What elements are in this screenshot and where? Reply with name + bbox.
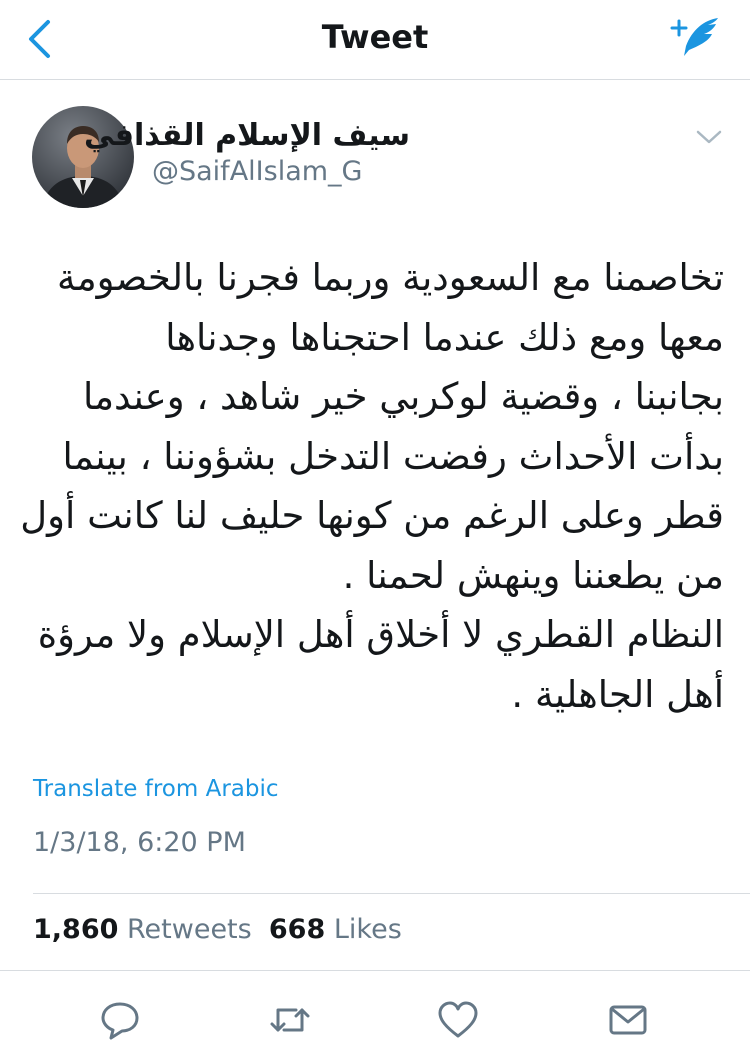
engagement-stats: 1,860 Retweets 668 Likes xyxy=(33,914,402,945)
timestamp: 1/3/18, 6:20 PM xyxy=(33,827,246,858)
tweet-text: تخاصمنا مع السعودية وربما فجرنا بالخصومة… xyxy=(20,248,724,724)
retweets-label: Retweets xyxy=(127,914,252,945)
nav-bar: Tweet xyxy=(0,0,750,80)
tweet-text-line: بجانبنا ، وقضية لوكربي خير شاهد ، وعندما xyxy=(82,375,724,418)
likes-count: 668 xyxy=(268,914,326,945)
compose-feather-icon xyxy=(670,18,718,56)
tweet-text-line: أهل الجاهلية . xyxy=(511,672,724,716)
retweets-count: 1,860 xyxy=(33,914,119,945)
tweet-text-line: معها ومع ذلك عندما احتجناها وجدناها xyxy=(165,315,724,359)
chevron-left-icon xyxy=(29,20,50,58)
retweet-icon xyxy=(270,1008,310,1032)
reply-button[interactable] xyxy=(98,998,142,1042)
likes-label: Likes xyxy=(333,914,402,945)
mail-icon xyxy=(609,1005,647,1035)
heart-icon xyxy=(438,1001,478,1038)
back-button[interactable] xyxy=(24,18,56,60)
chevron-down-icon xyxy=(696,130,722,144)
divider xyxy=(0,970,750,971)
tweet-text-line: تخاصمنا مع السعودية وربما فجرنا بالخصومة xyxy=(57,256,724,299)
translate-link[interactable]: Translate from Arabic xyxy=(33,776,279,802)
share-button[interactable] xyxy=(606,998,650,1042)
retweet-button[interactable] xyxy=(268,998,312,1042)
tweet-text-line: من يطعننا وينهش لحمنا . xyxy=(342,553,724,597)
page-title: Tweet xyxy=(321,18,429,56)
likes-stat[interactable]: 668 Likes xyxy=(269,914,402,945)
compose-tweet-button[interactable] xyxy=(668,12,724,62)
reply-icon xyxy=(101,1002,139,1040)
tweet-text-line: قطر وعلى الرغم من كونها حليف لنا كانت أو… xyxy=(20,494,724,537)
like-button[interactable] xyxy=(436,998,480,1042)
display-name[interactable]: سيف الإسلام القذافي xyxy=(84,118,410,153)
retweets-stat[interactable]: 1,860 Retweets xyxy=(33,914,252,945)
user-handle[interactable]: @SaifAlIslam_G xyxy=(152,156,362,187)
divider xyxy=(33,893,750,894)
tweet-text-line: بدأت الأحداث رفضت التدخل بشؤوننا ، بينما xyxy=(62,434,724,478)
more-options-button[interactable] xyxy=(692,122,726,152)
tweet-text-line: النظام القطري لا أخلاق أهل الإسلام ولا م… xyxy=(37,613,724,656)
